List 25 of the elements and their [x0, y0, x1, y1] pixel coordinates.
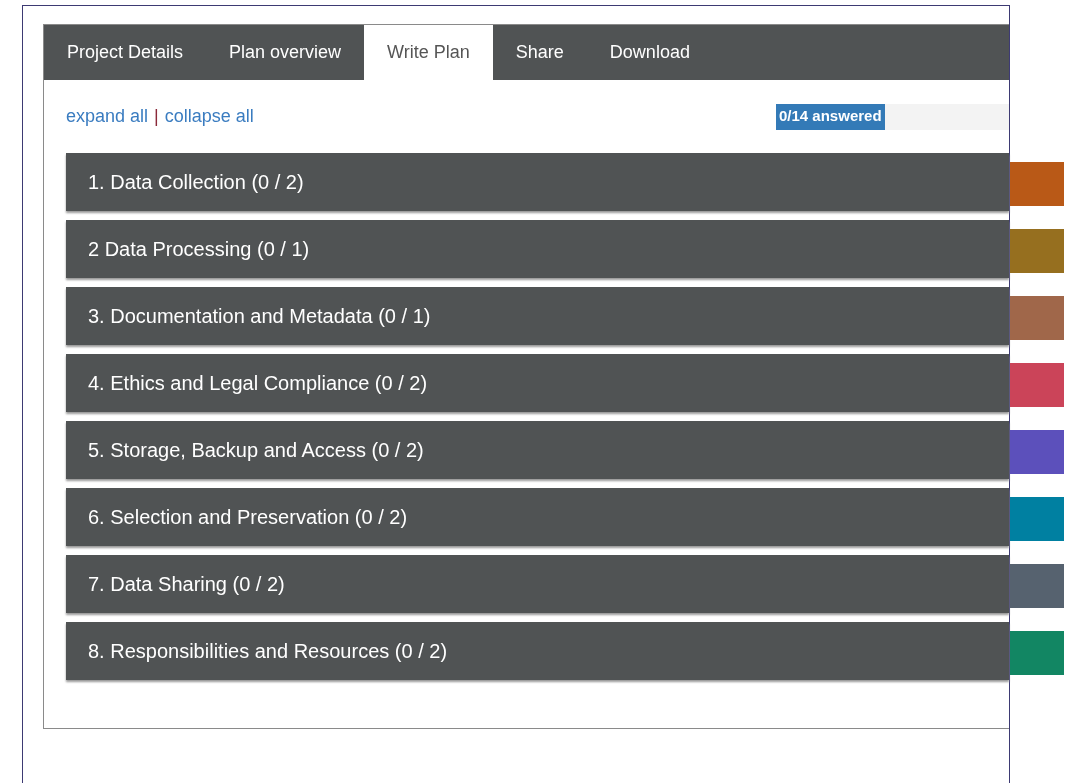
color-tab[interactable] [1010, 363, 1064, 407]
tab[interactable]: Write Plan [364, 25, 493, 80]
tab[interactable]: Share [492, 25, 587, 80]
separator: | [154, 105, 159, 128]
section-header[interactable]: 7. Data Sharing (0 / 2) [66, 555, 1009, 613]
color-tab[interactable] [1010, 430, 1064, 474]
section-header[interactable]: 3. Documentation and Metadata (0 / 1) [66, 287, 1009, 345]
tab[interactable]: Plan overview [206, 25, 365, 80]
progress-label: 0/14 answered [776, 103, 885, 130]
expand-all-link[interactable]: expand all [66, 103, 149, 130]
section-header[interactable]: 4. Ethics and Legal Compliance (0 / 2) [66, 354, 1009, 412]
color-tab[interactable] [1010, 162, 1064, 206]
collapse-all-link[interactable]: collapse all [164, 103, 254, 130]
section-header[interactable]: 6. Selection and Preservation (0 / 2) [66, 488, 1009, 546]
section-header[interactable]: 2 Data Processing (0 / 1) [66, 220, 1009, 278]
tab[interactable]: Download [586, 25, 713, 80]
color-tab[interactable] [1010, 296, 1064, 340]
color-tab[interactable] [1010, 564, 1064, 608]
section-header[interactable]: 5. Storage, Backup and Access (0 / 2) [66, 421, 1009, 479]
section-header[interactable]: 8. Responsibilities and Resources (0 / 2) [66, 622, 1009, 680]
color-tab[interactable] [1010, 229, 1064, 273]
color-tab[interactable] [1010, 497, 1064, 541]
color-tab[interactable] [1010, 631, 1064, 675]
tab[interactable]: Project Details [44, 25, 207, 80]
section-header[interactable]: 1. Data Collection (0 / 2) [66, 153, 1009, 211]
